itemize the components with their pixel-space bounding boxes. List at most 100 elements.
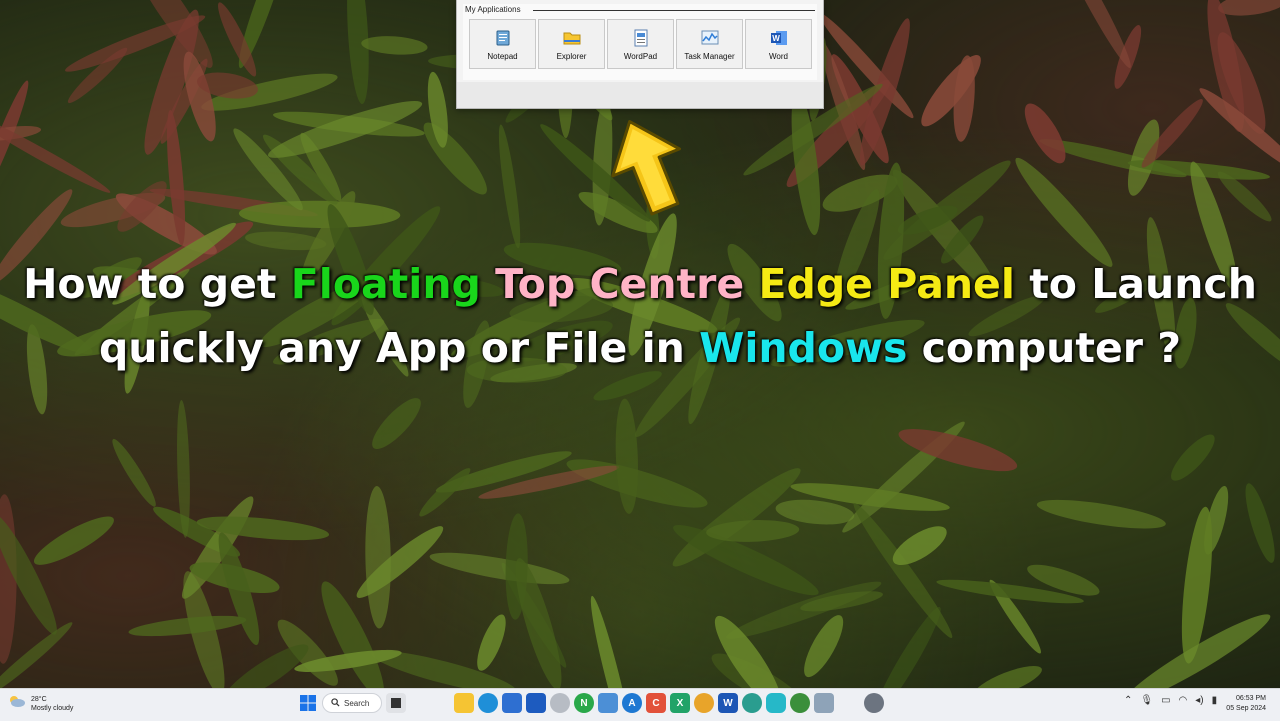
title-text <box>744 260 758 308</box>
wallpaper-leaf <box>973 665 1042 688</box>
title-text: computer ? <box>907 324 1182 372</box>
system-tray: ⌃ 🎙 ▭ ◠ ◂) ▮ <box>1124 695 1217 706</box>
app-label: Explorer <box>556 51 587 61</box>
temperature: 28°C <box>31 695 47 703</box>
wallpaper-leaf <box>361 36 428 55</box>
sync-icon[interactable] <box>550 693 570 713</box>
panel-group: My Applications Notepad Explorer WordPad <box>463 4 817 80</box>
clock-time: 06:53 PM <box>1236 695 1266 702</box>
word-icon: W <box>769 28 789 48</box>
app-label: Task Manager <box>684 51 735 61</box>
microphone-icon[interactable]: 🎙 <box>1140 695 1153 706</box>
settings-app-icon[interactable] <box>742 693 762 713</box>
title-text: How to get <box>23 260 291 308</box>
defender-icon[interactable] <box>526 693 546 713</box>
wordpad-icon <box>631 28 651 48</box>
wallpaper-leaf <box>419 468 471 517</box>
chrome-icon[interactable] <box>694 693 714 713</box>
wifi-icon[interactable]: ◠ <box>1179 695 1188 706</box>
folder-icon <box>562 28 582 48</box>
app-wordpad-button[interactable]: WordPad <box>607 19 674 69</box>
display-icon[interactable]: ▭ <box>1161 695 1170 706</box>
wallpaper-leaf <box>477 614 506 671</box>
taskbar-apps: Search N A C X W <box>298 693 884 713</box>
recycle-bin-icon[interactable] <box>814 693 834 713</box>
app-explorer-button[interactable]: Explorer <box>538 19 605 69</box>
globe-icon[interactable] <box>790 693 810 713</box>
app-a-icon[interactable]: A <box>622 693 642 713</box>
file-explorer-icon[interactable] <box>454 693 474 713</box>
notepad-taskbar-icon[interactable] <box>598 693 618 713</box>
wallpaper-leaf <box>347 0 369 105</box>
app-label: Notepad <box>487 51 518 61</box>
app-label: Word <box>769 51 788 61</box>
edge-browser-icon[interactable] <box>478 693 498 713</box>
wallpaper-leaf <box>112 438 156 507</box>
wallpaper-leaf <box>921 55 981 127</box>
wallpaper-leaf <box>1218 0 1280 16</box>
wallpaper-leaf <box>372 398 421 450</box>
wallpaper-leaf <box>423 122 487 195</box>
edge-panel: My Applications Notepad Explorer WordPad <box>456 0 824 109</box>
weather-condition: Mostly cloudy <box>31 704 74 712</box>
wallpaper-leaf <box>356 526 444 598</box>
group-label: My Applications <box>465 5 525 14</box>
cloud-icon <box>8 694 26 713</box>
wallpaper-leaf <box>429 552 570 585</box>
taskbar-clock[interactable]: 06:53 PM 05 Sep 2024 <box>1226 694 1266 714</box>
wallpaper-leaf <box>892 526 947 565</box>
title-highlight-cyan: Windows <box>699 324 908 372</box>
notion-icon[interactable]: N <box>574 693 594 713</box>
chevron-up-icon[interactable]: ⌃ <box>1124 695 1132 706</box>
clock-date: 05 Sep 2024 <box>1226 705 1266 712</box>
video-title: How to get Floating Top Centre Edge Pane… <box>0 252 1280 380</box>
wallpaper-leaf <box>238 200 401 228</box>
app-label: WordPad <box>623 51 658 61</box>
wallpaper-leaf <box>33 516 114 565</box>
weather-widget[interactable]: 28°C Mostly cloudy <box>8 694 73 713</box>
app-word-button[interactable]: W Word <box>745 19 812 69</box>
wallpaper-leaf <box>365 486 391 629</box>
title-highlight-yellow: Edge Panel <box>758 260 1015 308</box>
windows-start-icon[interactable] <box>298 693 318 713</box>
svg-text:W: W <box>772 34 780 43</box>
title-text: to Launch <box>1014 260 1257 308</box>
title-text: quickly any App or File in <box>98 324 700 372</box>
title-highlight-pink: Top Centre <box>495 260 745 308</box>
app-c-icon[interactable]: C <box>646 693 666 713</box>
wallpaper-leaf <box>853 502 953 639</box>
pointer-arrow-icon <box>611 120 682 216</box>
battery-icon[interactable]: ▮ <box>1212 695 1218 706</box>
title-text <box>481 260 495 308</box>
search-label: Search <box>344 698 370 708</box>
gear-icon[interactable] <box>864 693 884 713</box>
app-notepad-button[interactable]: Notepad <box>469 19 536 69</box>
wallpaper-leaf <box>1171 434 1215 481</box>
taskbar: 28°C Mostly cloudy Search N A C X W ⌃ 🎙 … <box>0 688 1280 721</box>
wallpaper-leaf <box>1056 0 1131 69</box>
wallpaper-leaf <box>1036 499 1166 529</box>
panel-footer <box>457 82 823 108</box>
task-manager-icon <box>700 28 720 48</box>
wallpaper-leaf <box>804 615 844 678</box>
speaker-icon[interactable]: ◂) <box>1195 695 1203 706</box>
wallpaper-leaf <box>1024 103 1066 164</box>
title-line-1: How to get Floating Top Centre Edge Pane… <box>0 252 1280 316</box>
wallpaper-leaf <box>590 595 633 688</box>
task-view-icon[interactable] <box>386 693 406 713</box>
wallpaper-leaf <box>615 398 638 514</box>
wallpaper-leaf <box>498 124 521 249</box>
taskbar-search-button[interactable]: Search <box>322 693 382 713</box>
notepad-icon <box>493 28 513 48</box>
search-icon <box>331 697 340 709</box>
wallpaper-leaf <box>1245 483 1275 563</box>
title-line-2: quickly any App or File in Windows compu… <box>0 316 1280 380</box>
title-highlight-green: Floating <box>290 260 481 308</box>
app-x-icon[interactable]: X <box>670 693 690 713</box>
app-badge-icon[interactable] <box>766 693 786 713</box>
app-task-manager-button[interactable]: Task Manager <box>676 19 743 69</box>
app-list: Notepad Explorer WordPad Task Manager W … <box>469 19 812 69</box>
word-taskbar-icon[interactable]: W <box>718 693 738 713</box>
group-divider <box>533 10 815 11</box>
store-icon[interactable] <box>502 693 522 713</box>
